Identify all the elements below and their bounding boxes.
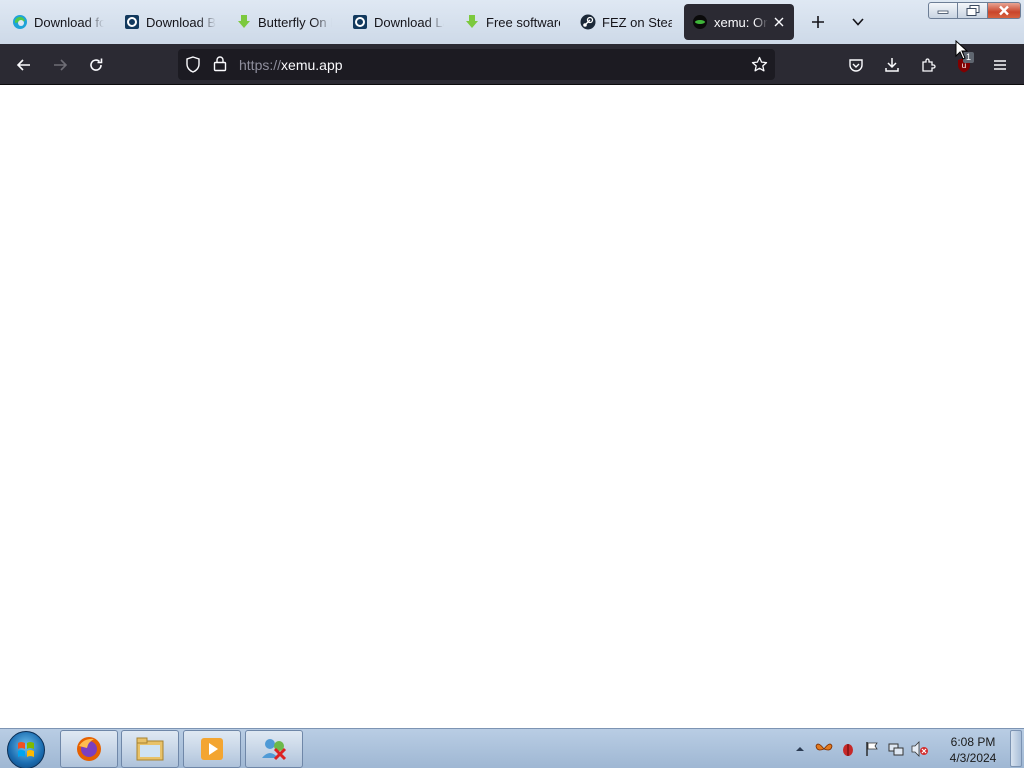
tab-label: Download La xyxy=(374,14,444,30)
puzzle-piece-icon xyxy=(922,58,936,72)
action-center-flag-icon[interactable] xyxy=(862,739,882,759)
mouse-pointer-icon xyxy=(955,40,969,60)
tab-label: FEZ on Steam xyxy=(602,14,672,30)
url-host: xemu.app xyxy=(281,57,343,73)
extensions-button[interactable] xyxy=(913,50,943,80)
green-download-arrow-icon xyxy=(236,14,252,30)
address-bar[interactable]: https://xemu.app xyxy=(178,49,775,80)
chevron-down-icon xyxy=(852,18,864,26)
download-site-icon xyxy=(352,14,368,30)
restore-icon xyxy=(966,5,979,16)
taskbar-file-explorer[interactable] xyxy=(121,730,179,768)
taskbar-media-player[interactable] xyxy=(183,730,241,768)
forward-button[interactable] xyxy=(45,50,75,80)
clock-date: 4/3/2024 xyxy=(949,751,997,765)
new-tab-button[interactable] xyxy=(802,6,834,38)
reload-button[interactable] xyxy=(81,50,111,80)
back-arrow-icon xyxy=(16,59,30,71)
tab-download-la[interactable]: Download La xyxy=(344,4,452,40)
butterfly-tray-icon[interactable] xyxy=(814,739,834,759)
show-desktop-button[interactable] xyxy=(1010,730,1022,767)
network-users-icon xyxy=(262,739,287,761)
bookmark-star-icon[interactable] xyxy=(751,56,768,78)
tab-label: xemu: Orig xyxy=(714,14,768,30)
tab-xemu[interactable]: xemu: Orig xyxy=(684,4,794,40)
start-button[interactable] xyxy=(7,731,45,768)
close-tab-icon[interactable] xyxy=(772,14,786,30)
close-window-button[interactable] xyxy=(988,2,1021,19)
tab-free-software[interactable]: Free software xyxy=(456,4,568,40)
media-player-icon xyxy=(201,738,223,760)
tab-butterfly[interactable]: Butterfly On L xyxy=(228,4,340,40)
bug-tray-icon[interactable] xyxy=(838,739,858,759)
edge-icon xyxy=(12,14,28,30)
taskbar: 6:08 PM 4/3/2024 xyxy=(0,728,1024,768)
show-hidden-icons-chevron-icon[interactable] xyxy=(790,739,810,759)
hamburger-menu-icon xyxy=(994,60,1006,70)
volume-muted-icon[interactable] xyxy=(910,739,930,759)
clock-time: 6:08 PM xyxy=(950,735,996,749)
url-text[interactable]: https://xemu.app xyxy=(239,57,343,73)
tab-download-bu[interactable]: Download Bu xyxy=(116,4,224,40)
tab-fez-on-steam[interactable]: FEZ on Steam xyxy=(572,4,680,40)
tab-label: Free software xyxy=(486,14,560,30)
download-icon xyxy=(885,58,899,72)
tracking-protection-shield-icon[interactable] xyxy=(185,56,201,78)
tab-label: Download for xyxy=(34,14,104,30)
pocket-icon xyxy=(849,59,863,72)
tab-strip: Download for Download Bu Butterfly On L … xyxy=(0,0,1024,44)
window-controls xyxy=(928,2,1021,19)
forward-arrow-icon xyxy=(54,59,68,71)
plus-icon xyxy=(812,16,824,28)
lock-icon[interactable] xyxy=(213,55,227,77)
steam-icon xyxy=(580,14,596,30)
tab-label: Download Bu xyxy=(146,14,216,30)
tab-download-for[interactable]: Download for xyxy=(4,4,112,40)
taskbar-network-app[interactable] xyxy=(245,730,303,768)
downloads-button[interactable] xyxy=(877,50,907,80)
folder-icon xyxy=(136,737,164,761)
firefox-icon xyxy=(77,737,101,761)
app-menu-button[interactable] xyxy=(985,50,1015,80)
taskbar-firefox[interactable] xyxy=(60,730,118,768)
pocket-button[interactable] xyxy=(841,50,871,80)
xemu-icon xyxy=(692,14,708,30)
tab-label: Butterfly On L xyxy=(258,14,332,30)
system-clock[interactable]: 6:08 PM 4/3/2024 xyxy=(942,734,1004,766)
page-content[interactable] xyxy=(0,85,1024,728)
network-tray-icon[interactable] xyxy=(886,739,906,759)
navigation-toolbar: https://xemu.app u 1 xyxy=(0,44,1024,85)
green-download-arrow-icon xyxy=(464,14,480,30)
reload-icon xyxy=(90,58,103,71)
system-tray xyxy=(790,729,934,768)
list-all-tabs-button[interactable] xyxy=(842,6,874,38)
download-site-icon xyxy=(124,14,140,30)
url-scheme: https:// xyxy=(239,57,282,73)
restore-button[interactable] xyxy=(958,2,988,19)
minimize-icon xyxy=(937,10,949,14)
minimize-button[interactable] xyxy=(928,2,958,19)
close-icon xyxy=(999,5,1009,16)
windows-logo-icon xyxy=(18,742,34,757)
back-button[interactable] xyxy=(9,50,39,80)
